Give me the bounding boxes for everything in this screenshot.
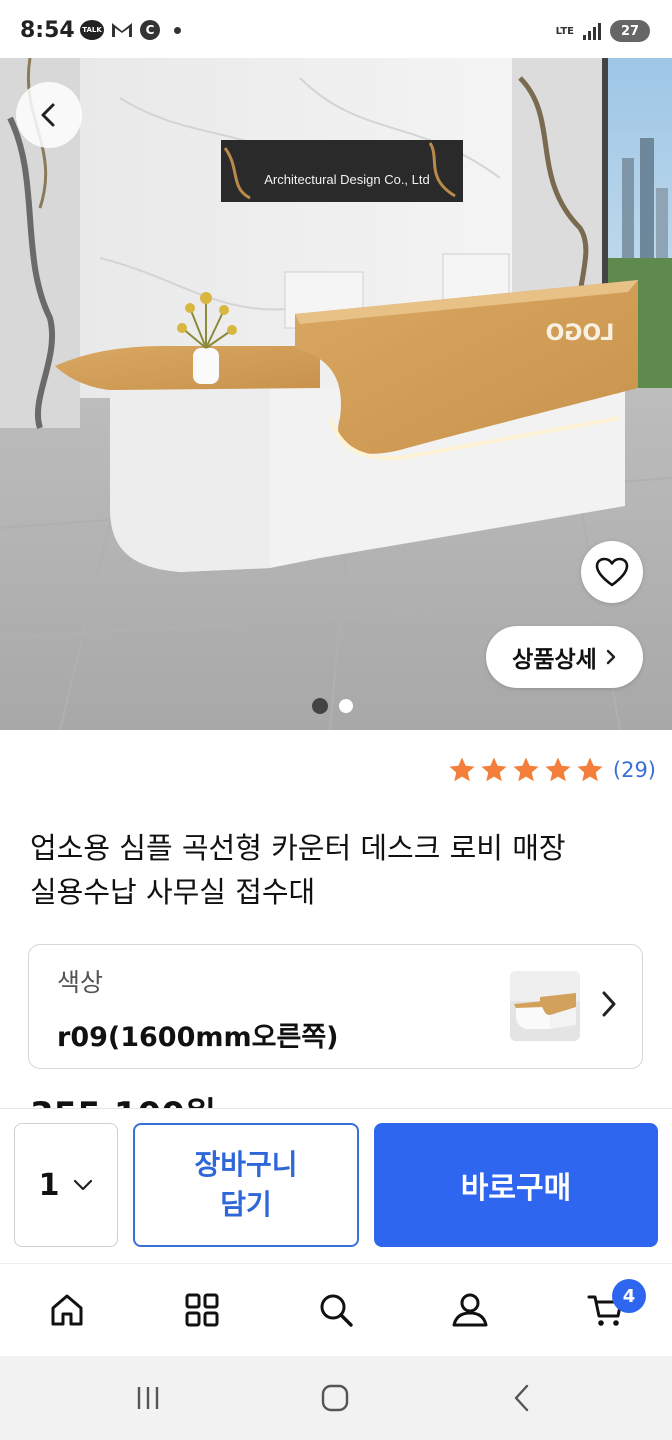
- price-peek: 355,100원: [30, 1092, 330, 1108]
- product-title-line2: 실용수납 사무실 접수대: [30, 875, 316, 909]
- product-detail-button[interactable]: 상품상세: [486, 626, 643, 688]
- price-text: 355,100원: [30, 1098, 330, 1108]
- desk-thumbnail-image: [510, 971, 580, 1041]
- option-label: 색상: [57, 968, 104, 997]
- nav-search[interactable]: [312, 1286, 360, 1334]
- heart-icon: [595, 557, 629, 587]
- product-title: 업소용 심플 곡선형 카운터 데스크 로비 매장 실용수납 사무실 접수대: [30, 826, 640, 914]
- chevron-right-icon: [602, 991, 616, 1017]
- nav-home[interactable]: [43, 1286, 91, 1334]
- add-to-cart-button[interactable]: 장바구니 담기: [133, 1123, 359, 1247]
- star-icon: [577, 757, 603, 782]
- buy-now-label: 바로구매: [460, 1171, 572, 1206]
- quantity-value: 1: [38, 1167, 60, 1203]
- system-status: LTE 27: [556, 20, 650, 42]
- search-icon: [320, 1294, 353, 1327]
- product-title-line1: 업소용 심플 곡선형 카운터 데스크 로비 매장: [30, 831, 566, 865]
- add-to-cart-label-line1: 장바구니: [194, 1148, 298, 1181]
- add-to-cart-label-line2: 담기: [220, 1188, 272, 1221]
- notification-icons: TALK C: [80, 20, 181, 40]
- image-page-indicator: [312, 698, 354, 714]
- chevron-right-icon: [606, 649, 616, 665]
- home-icon: [51, 1294, 83, 1326]
- quantity-select[interactable]: 1: [14, 1123, 118, 1247]
- back-icon: [514, 1384, 529, 1412]
- product-detail-label: 상품상세: [512, 647, 597, 673]
- star-icon: [513, 757, 539, 782]
- page-dot-active: [312, 698, 328, 714]
- signal-icon: [583, 23, 601, 40]
- recent-apps-icon: [137, 1387, 159, 1409]
- wishlist-button[interactable]: [581, 541, 643, 603]
- purchase-action-bar: 1 장바구니 담기 바로구매: [0, 1108, 672, 1262]
- back-button[interactable]: [16, 82, 82, 148]
- page-dot: [338, 698, 354, 714]
- bottom-navigation: 4: [0, 1263, 672, 1355]
- gmail-icon: [112, 23, 132, 37]
- nav-my-page[interactable]: [446, 1286, 494, 1334]
- system-navigation-bar: [0, 1356, 672, 1440]
- home-square-icon: [321, 1384, 349, 1412]
- user-icon: [452, 1293, 488, 1327]
- star-icon: [545, 757, 571, 782]
- star-icon: [481, 757, 507, 782]
- rating[interactable]: (29): [447, 755, 656, 785]
- sign-text: Architectural Design Co., Ltd: [264, 172, 429, 187]
- category-grid-icon: [185, 1293, 219, 1327]
- color-option-selector[interactable]: 색상 r09(1600mm오른쪽): [28, 944, 643, 1069]
- option-value: r09(1600mm오른쪽): [57, 1022, 339, 1053]
- review-count[interactable]: (29): [613, 758, 656, 782]
- desk-logo-text: LOGO: [546, 321, 615, 346]
- status-bar: 8:54 TALK C LTE 27: [0, 0, 672, 62]
- home-system-button[interactable]: [315, 1380, 355, 1416]
- recent-apps-button[interactable]: [128, 1380, 168, 1416]
- kakaotalk-icon: TALK: [80, 20, 104, 40]
- status-time: 8:54: [20, 18, 75, 43]
- buy-now-button[interactable]: 바로구매: [374, 1123, 658, 1247]
- chevron-left-icon: [41, 103, 55, 127]
- option-thumbnail: [510, 971, 580, 1041]
- add-to-cart-label: 장바구니 담기: [176, 1145, 316, 1225]
- star-icon: [449, 757, 475, 782]
- back-system-button[interactable]: [503, 1380, 543, 1416]
- c-app-icon: C: [140, 20, 160, 40]
- chevron-down-icon: [74, 1179, 93, 1191]
- more-notifications-dot-icon: [174, 26, 181, 34]
- nav-category[interactable]: [178, 1286, 226, 1334]
- cart-count-badge: 4: [612, 1279, 646, 1313]
- battery-indicator: 27: [610, 20, 650, 42]
- network-type: LTE: [555, 25, 574, 37]
